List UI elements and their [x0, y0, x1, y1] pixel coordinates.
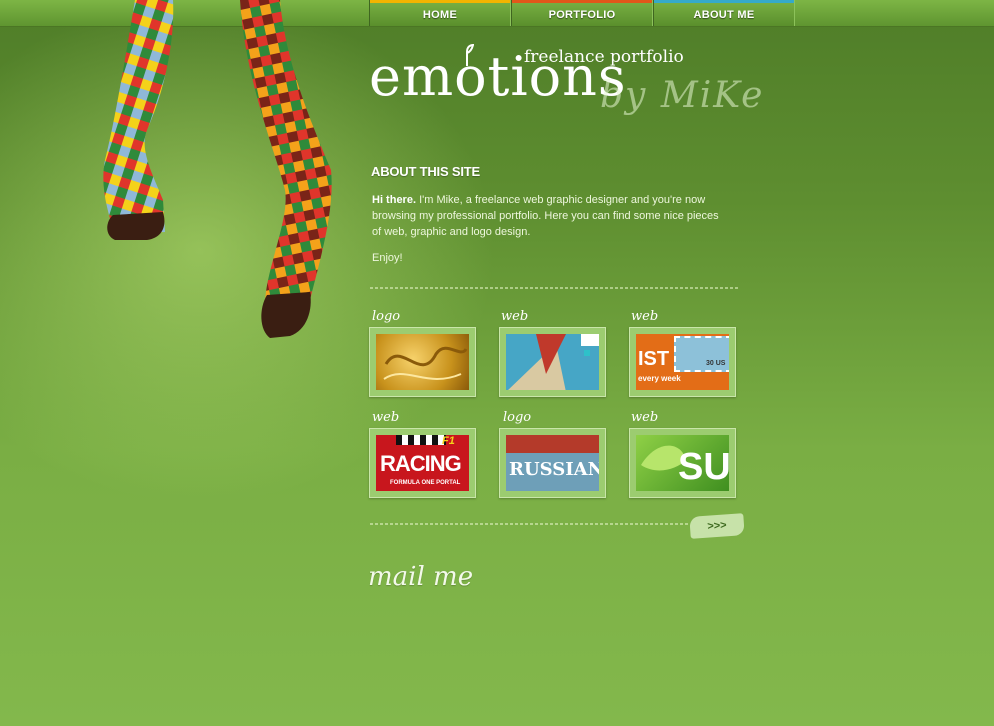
tile-label: logo [503, 410, 532, 425]
logo-signature: by MiKe [600, 75, 765, 116]
tile-label: web [631, 309, 659, 324]
thumb-racing: F1 RACING FORMULA ONE PORTAL [376, 435, 469, 491]
main-nav: HOME PORTFOLIO ABOUT ME [369, 0, 795, 26]
portfolio-tile[interactable]: RUSSIAN [499, 428, 606, 498]
about-heading: ABOUT THIS SITE [371, 164, 480, 179]
nav-portfolio[interactable]: PORTFOLIO [511, 0, 653, 26]
portfolio-tile[interactable] [369, 327, 476, 397]
tile-label: web [372, 410, 400, 425]
stamp-subcaption: every week [638, 374, 681, 383]
racing-badge: F1 [442, 435, 455, 447]
nav-home-label: HOME [422, 9, 458, 21]
emblem-shape [383, 346, 468, 380]
thumb-gold-emblem [376, 334, 469, 390]
nav-about-accent [654, 0, 794, 3]
stamp-caption: IST [638, 348, 670, 370]
stamp-value: 30 US [706, 360, 726, 367]
nav-portfolio-accent [512, 0, 652, 3]
racing-subcaption: FORMULA ONE PORTAL [390, 480, 461, 486]
tile-label: web [631, 410, 659, 425]
divider-top [370, 287, 738, 289]
about-body: I'm Mike, a freelance web graphic design… [372, 194, 719, 238]
thumb-stamp: IST every week 30 US [636, 334, 729, 390]
portfolio-tile[interactable]: SU [629, 428, 736, 498]
thumb-paper-planes [506, 334, 599, 390]
tile-label: logo [372, 309, 401, 324]
paper-planes-shape [508, 334, 599, 390]
thumb-russian: RUSSIAN [506, 435, 599, 491]
about-enjoy: Enjoy! [372, 252, 403, 264]
striped-legs-illustration [103, 0, 332, 338]
portfolio-tile[interactable]: F1 RACING FORMULA ONE PORTAL [369, 428, 476, 498]
portfolio-tile[interactable] [499, 327, 606, 397]
portfolio-tile[interactable]: IST every week 30 US [629, 327, 736, 397]
russian-caption: RUSSIAN [509, 459, 599, 480]
mail-me-link[interactable]: mail me [368, 562, 473, 592]
thumb-leaf: SU [636, 435, 729, 491]
nav-about-label: ABOUT ME [693, 9, 755, 21]
tile-label: web [501, 309, 529, 324]
leaf-caption: SU [678, 446, 729, 488]
nav-home-accent [370, 0, 510, 3]
checker-flag [396, 435, 446, 445]
about-paragraph: Hi there. I'm Mike, a freelance web grap… [372, 192, 722, 240]
logo-subtitle: freelance portfolio [524, 47, 684, 67]
nav-home[interactable]: HOME [369, 0, 511, 26]
nav-about-me[interactable]: ABOUT ME [653, 0, 795, 26]
more-button[interactable]: >>> [689, 513, 745, 539]
racing-caption: RACING [380, 451, 462, 476]
about-greeting: Hi there. [372, 194, 417, 206]
divider-bottom [370, 523, 690, 525]
nav-portfolio-label: PORTFOLIO [548, 9, 616, 21]
